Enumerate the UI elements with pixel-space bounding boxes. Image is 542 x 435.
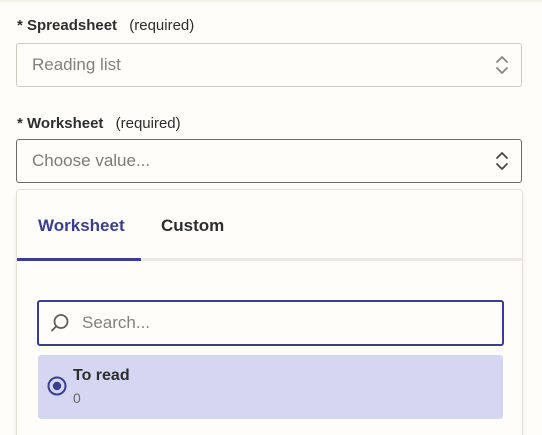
worksheet-select[interactable]: Choose value... bbox=[16, 139, 522, 183]
required-note: (required) bbox=[115, 115, 181, 132]
spreadsheet-label-text: Spreadsheet bbox=[27, 17, 118, 34]
option-subtitle: 0 bbox=[73, 390, 81, 406]
search-icon bbox=[51, 314, 69, 332]
spreadsheet-select-value: Reading list bbox=[32, 55, 121, 74]
tab-worksheet[interactable]: Worksheet bbox=[38, 215, 125, 237]
option-title: To read bbox=[73, 367, 130, 384]
chevron-up-down-icon bbox=[496, 152, 508, 170]
chevron-up-down-icon bbox=[496, 56, 508, 74]
worksheet-label-text: Worksheet bbox=[27, 115, 104, 132]
form-panel: * Spreadsheet (required) Reading list * … bbox=[0, 0, 542, 435]
worksheet-select-placeholder: Choose value... bbox=[32, 151, 151, 170]
required-note: (required) bbox=[129, 17, 195, 34]
tab-custom[interactable]: Custom bbox=[161, 215, 224, 237]
required-asterisk: * bbox=[17, 17, 23, 34]
list-item-to-read[interactable]: To read 0 bbox=[38, 355, 503, 419]
search-box[interactable] bbox=[37, 300, 504, 346]
active-tab-indicator bbox=[17, 258, 141, 261]
top-shadow bbox=[0, 0, 542, 4]
search-input[interactable] bbox=[80, 312, 484, 334]
worksheet-label: * Worksheet (required) bbox=[17, 114, 181, 134]
spreadsheet-label: * Spreadsheet (required) bbox=[17, 16, 194, 36]
spreadsheet-select[interactable]: Reading list bbox=[16, 43, 522, 87]
worksheet-dropdown: Worksheet Custom To read 0 bbox=[16, 189, 523, 435]
dropdown-tabs: Worksheet Custom bbox=[17, 190, 522, 261]
radio-selected-icon bbox=[47, 376, 67, 396]
required-asterisk: * bbox=[17, 115, 23, 132]
